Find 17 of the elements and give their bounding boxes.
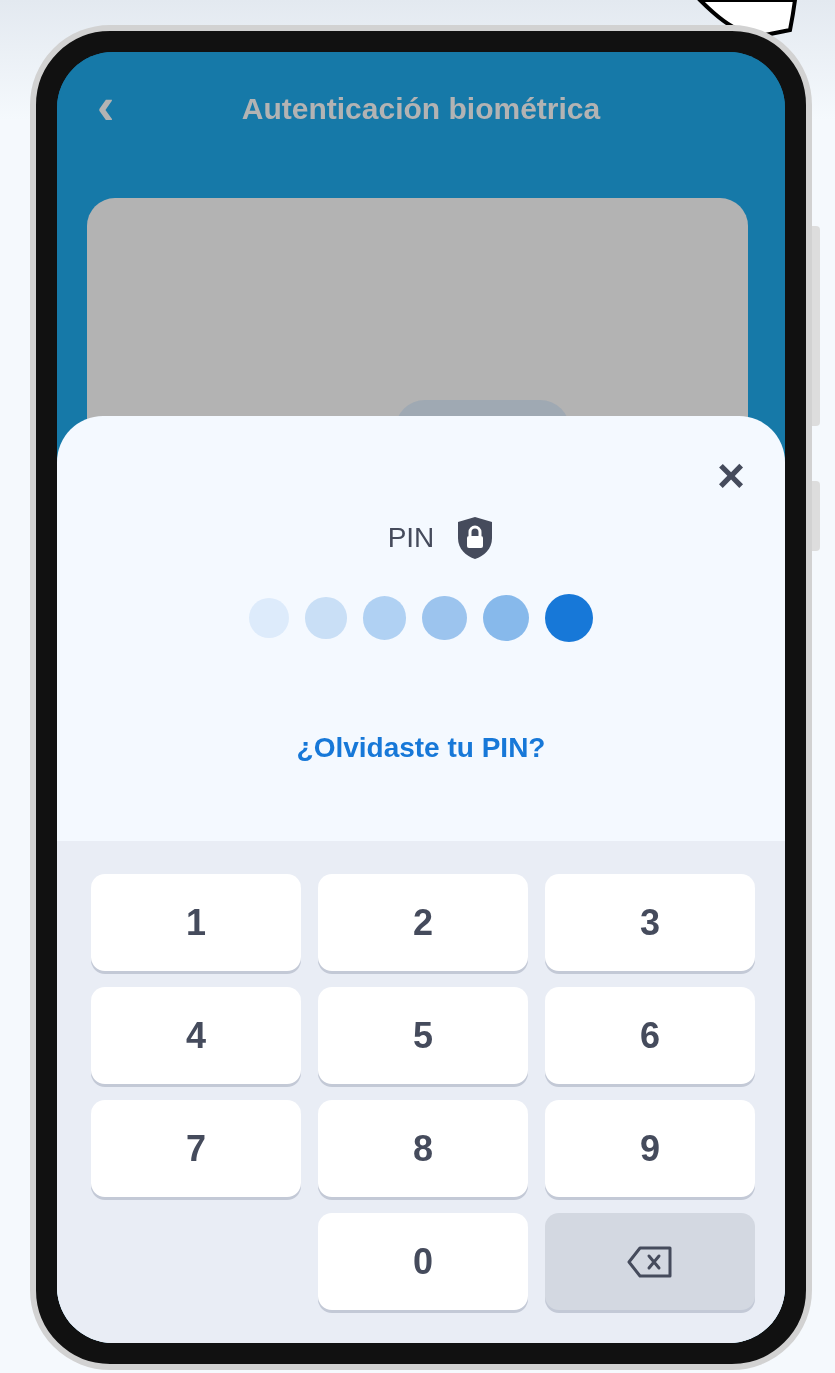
digit-key[interactable]: 9 [545, 1100, 755, 1197]
pin-label: PIN [387, 522, 435, 554]
backspace-icon [626, 1244, 674, 1279]
shield-lock-icon [456, 516, 495, 560]
digit-key[interactable]: 5 [318, 987, 528, 1084]
close-button[interactable]: × [716, 452, 745, 500]
digit-key[interactable]: 4 [91, 987, 301, 1084]
digit-key[interactable]: 7 [91, 1100, 301, 1197]
digit-key[interactable]: 1 [91, 874, 301, 971]
digit-key[interactable]: 2 [318, 874, 528, 971]
digit-key[interactable]: 3 [545, 874, 755, 971]
backspace-key[interactable] [545, 1213, 755, 1310]
screen-title: Autenticación biométrica [240, 92, 602, 126]
forgot-pin-link[interactable]: ¿Olvidaste tu PIN? [296, 732, 546, 764]
digit-key[interactable]: 6 [545, 987, 755, 1084]
digit-key[interactable]: 8 [318, 1100, 528, 1197]
digit-key[interactable]: 0 [318, 1213, 528, 1310]
